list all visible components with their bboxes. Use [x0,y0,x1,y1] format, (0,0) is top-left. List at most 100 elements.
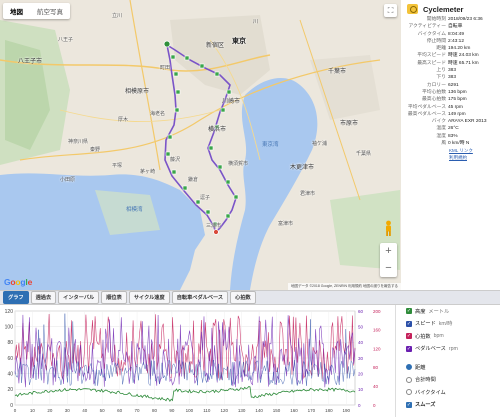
map-label: 千葉市 [328,69,347,75]
radio-icon[interactable] [406,364,412,371]
option-smooth[interactable]: ✓ スムーズ [396,399,500,412]
stat-row: 最高ペダルベース 149 rpm [403,111,488,118]
route-map[interactable]: 八王子市 立川 川 新宿区 東京 千葉市 相模原市 川崎市 横浜市 市原市 木更… [0,0,401,290]
map-label: 厚木 [118,117,129,123]
option-bike-time[interactable]: バイクタイム [396,386,500,399]
legend-cadence[interactable]: ✓ ペダルベース rpm [396,343,500,356]
stat-value: 175 bpm [448,97,467,103]
tab-satellite[interactable]: 航空写真 [30,3,70,19]
tab-cycle-speed[interactable]: サイクル速度 [128,291,170,304]
stat-key: カロリー [426,82,446,88]
tab-graph[interactable]: グラフ [3,291,29,304]
right-tick-label: 160 [373,328,381,333]
stat-key: アクティビティー [408,24,446,30]
x-tick-label: 0 [14,408,17,413]
legend-speed[interactable]: ✓ スピード km/時 [396,318,500,331]
right-tick-label: 40 [373,384,379,389]
stat-key: バイク [431,119,446,125]
x-tick-label: 40 [82,408,88,413]
legend-altitude[interactable]: ✓ 高度 メートル [396,305,500,318]
fullscreen-button[interactable]: ⛶ [384,4,397,17]
map-label: 千葉県 [356,151,372,157]
y-tick-label: 80 [7,340,13,346]
option-label: 合計時間 [415,377,436,384]
pegman-icon[interactable] [383,220,394,237]
right-tick-label: 200 [373,309,381,314]
fullscreen-icon: ⛶ [387,5,394,15]
stat-key: 風 [441,141,446,147]
stat-key: 停止時間 [426,38,446,44]
stat-key: 下り [436,75,446,81]
right-tick-label: 0 [373,403,376,408]
y-tick-label: 40 [7,371,13,377]
right-tick-label: 20 [358,371,364,376]
stat-value: 45 rpm [448,104,463,110]
zoom-control: + − [380,243,397,277]
stat-row: 湿度 83% [403,133,488,140]
kml-link[interactable]: KML リンク [401,147,500,154]
x-tick-label: 100 [186,408,194,413]
map-label: 川崎市 [222,99,241,105]
radio-icon[interactable] [406,376,412,383]
checkbox-icon[interactable]: ✓ [406,320,412,327]
map-label: 町田 [160,65,171,71]
stat-row: 平均心拍数 136 bpm [403,89,488,96]
right-tick-label: 60 [358,309,364,314]
map-label: 海老名 [150,111,166,117]
map-label: 逗子 [200,195,211,201]
option-distance[interactable]: 距離 [396,361,500,374]
map-attribution[interactable]: 地図データ ©2018 Google, ZENRIN 利用規約 地図の誤りを報告… [287,283,401,290]
x-tick-label: 70 [135,408,141,413]
tab-laps[interactable]: 週過去 [30,291,57,304]
tab-map[interactable]: 地図 [3,3,30,19]
y-tick-label: 120 [5,309,14,315]
zoom-in-button[interactable]: + [380,243,397,260]
x-tick-label: 10 [30,408,36,413]
legend-label: 心拍数 [415,333,431,340]
ride-info-panel: Cyclemeter 開始時刻 2018/09/23 6:36 アクティビティー 自転… [401,0,500,290]
info-header: Cyclemeter [401,0,500,16]
x-tick-label: 60 [117,408,123,413]
radio-icon[interactable] [406,389,412,396]
stat-row: 開始時刻 2018/09/23 6:36 [403,16,488,23]
stat-key: 平均ペダルベース [407,104,446,110]
stat-key: 温度 [436,126,446,132]
stat-value: 136 bpm [448,89,467,95]
stat-value: 83% [448,133,458,139]
checkbox-icon[interactable]: ✓ [406,345,412,352]
tab-cadence[interactable]: 自転車ペダルベース [171,291,229,304]
map-label: 市原市 [340,121,359,127]
analysis-tabs: グラフ 週過去 インターバル 順位表 サイクル速度 自転車ペダルベース 心拍数 [0,290,500,305]
legend-heart-rate[interactable]: ✓ 心拍数 bpm [396,330,500,343]
stat-value: 時速 65.71 km [448,60,479,66]
right-tick-label: 10 [358,387,364,392]
stat-value: 8:04:49 [448,31,465,37]
map-label: 小田原 [60,177,76,183]
checkbox-icon[interactable]: ✓ [406,401,412,408]
zoom-out-button[interactable]: − [380,260,397,277]
checkbox-icon[interactable]: ✓ [406,333,412,340]
option-total-time[interactable]: 合計時間 [396,374,500,387]
stat-key: 湿度 [436,133,446,139]
stat-value: 自転車 [448,24,463,30]
stat-row: 最高心拍数 175 bpm [403,96,488,103]
graph-legend: ✓ 高度 メートル ✓ スピード km/時 ✓ 心拍数 bpm ✓ ペダルベース… [395,305,500,417]
map-label: 相模湾 [126,207,143,213]
tab-intervals[interactable]: インターバル [58,291,100,304]
tab-heart-rate[interactable]: 心拍数 [230,291,256,304]
stat-key: 平均スピード [417,53,446,59]
cyclemeter-logo-icon [407,4,418,14]
terms-link[interactable]: 利用規約 [401,154,500,161]
right-tick-label: 50 [358,324,364,329]
stat-key: バイクタイム [417,31,446,37]
stat-value: 383 [448,68,457,74]
stat-value: 194.20 km [448,46,471,52]
tab-rankings[interactable]: 順位表 [101,291,127,304]
option-label: スムーズ [415,402,436,409]
stat-value: ARAYA EXR 2013 [448,119,487,125]
x-tick-label: 170 [308,408,316,413]
start-marker [163,40,171,48]
stat-row: 距離 194.20 km [403,45,488,52]
checkbox-icon[interactable]: ✓ [406,308,412,315]
stat-row: バイク ARAYA EXR 2013 [403,118,488,125]
